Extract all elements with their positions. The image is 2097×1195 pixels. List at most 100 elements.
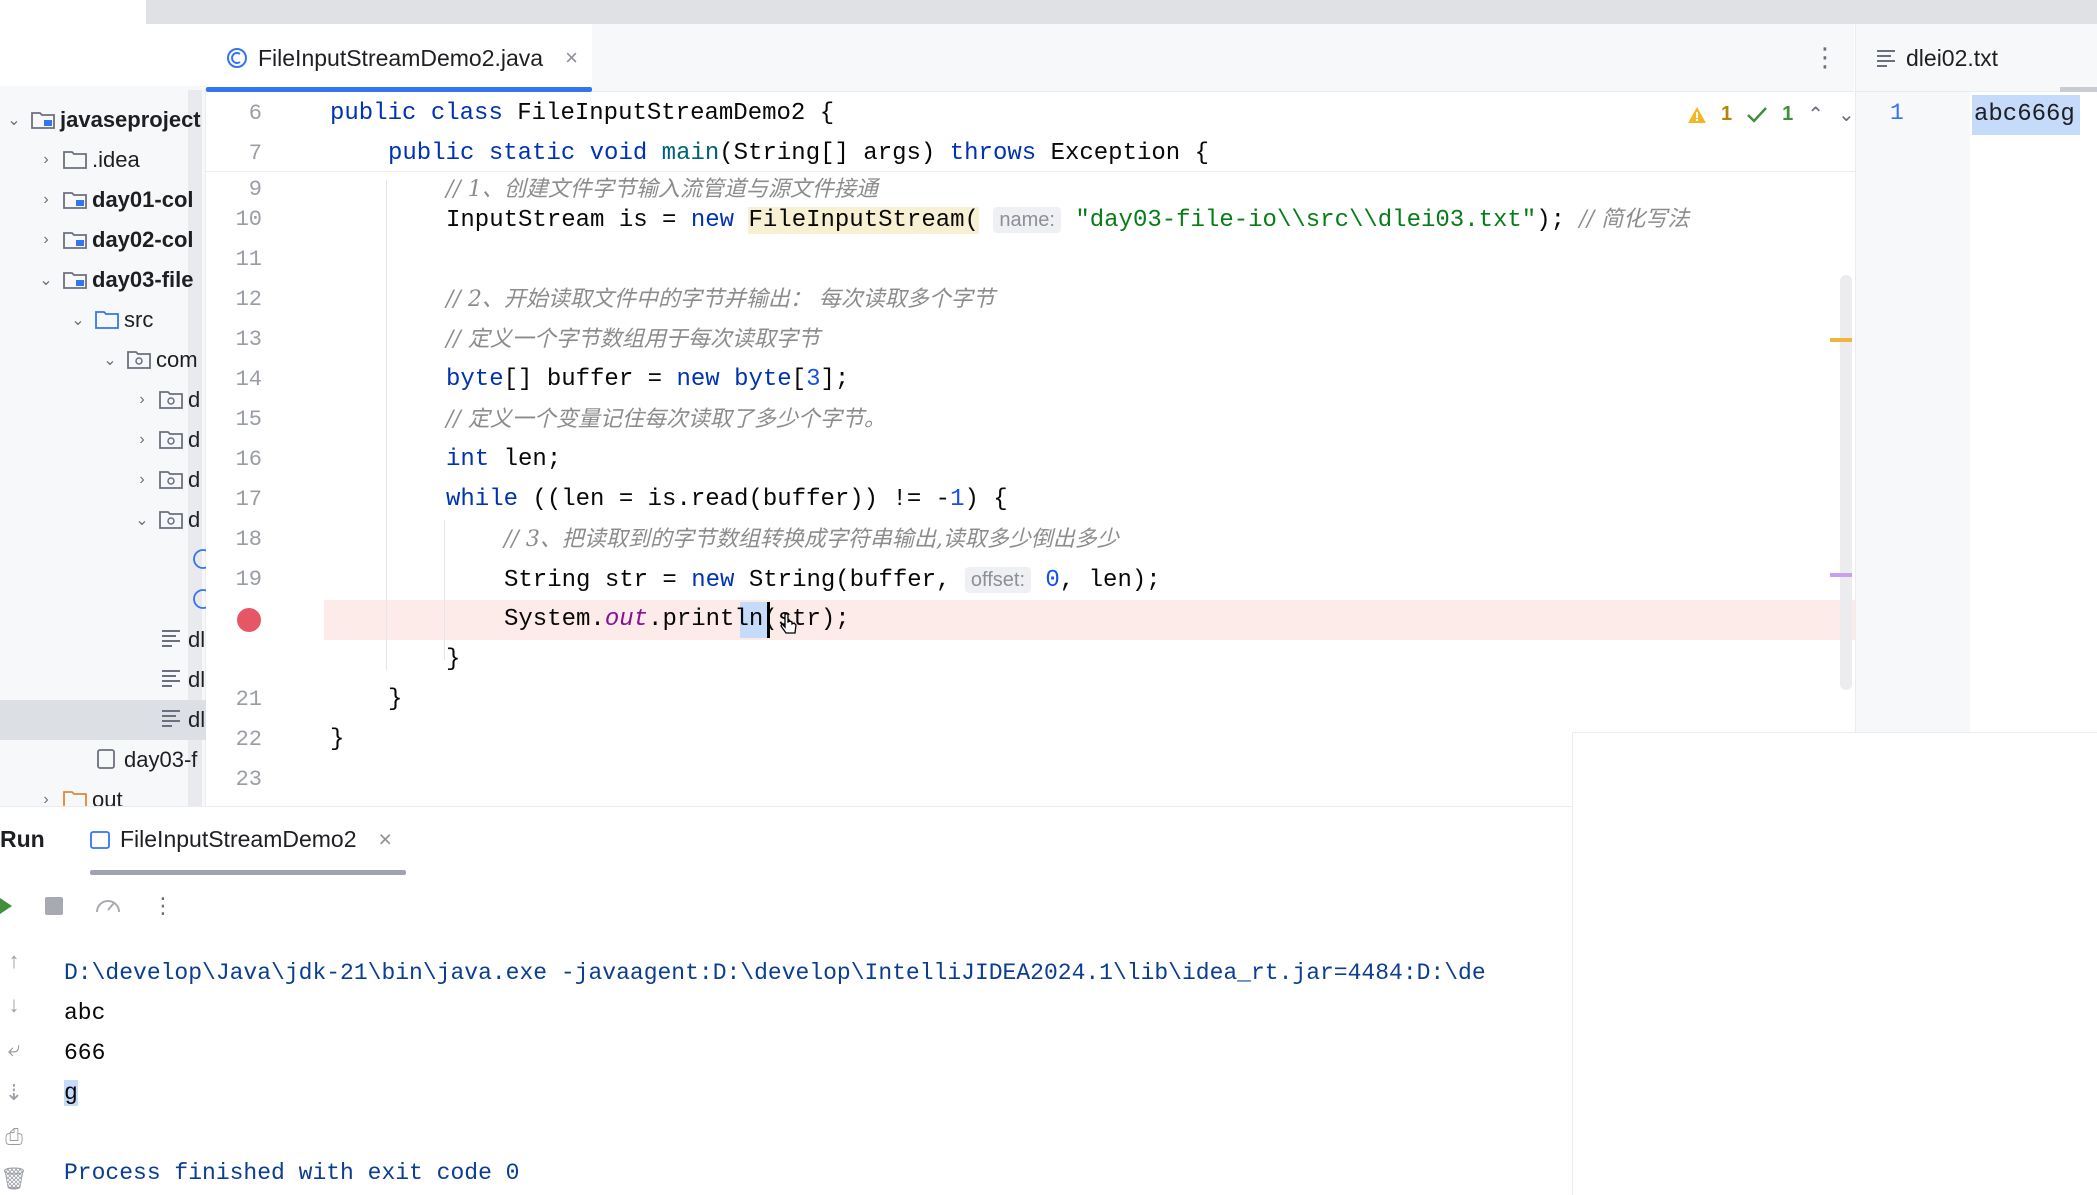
tab-dlei02-txt[interactable]: dlei02.txt xyxy=(1876,24,1998,92)
tree-item-label: src xyxy=(124,307,154,332)
code-text: (str); xyxy=(763,606,850,633)
typo-check-icon xyxy=(1746,106,1768,124)
tree-item[interactable]: day03-f xyxy=(0,740,206,780)
tree-item[interactable]: › day01-col xyxy=(0,180,206,220)
right-line-number: 1 xyxy=(1890,100,1904,126)
package-icon xyxy=(158,468,184,492)
profiler-icon[interactable] xyxy=(94,894,122,918)
console-output-line[interactable]: abc xyxy=(64,993,105,1033)
rerun-icon[interactable] xyxy=(0,894,14,918)
info-stripe-marker[interactable] xyxy=(1830,573,1852,577)
print-icon[interactable]: ⎙ xyxy=(0,1124,28,1152)
code-keyword: public xyxy=(330,100,417,127)
chevron-right-icon[interactable]: › xyxy=(36,230,56,250)
tree-item-label: com xyxy=(156,347,198,372)
inspection-widget[interactable]: 1 1 ⌃ ⌄ xyxy=(1687,102,1855,127)
tree-item[interactable]: dlei( xyxy=(0,660,230,700)
tree-item-label: d xyxy=(188,467,201,492)
close-run-tab-icon[interactable]: × xyxy=(379,826,392,853)
tree-item[interactable]: › d xyxy=(0,460,206,500)
tree-item-label: day03-f xyxy=(124,747,198,772)
code-comment: // 定义一个变量记住每次读取了多少个字节。 xyxy=(446,407,886,432)
param-hint: offset: xyxy=(964,567,1032,593)
previous-highlight-icon[interactable]: ⌃ xyxy=(1807,102,1824,127)
console-exit-message[interactable]: Process finished with exit code 0 xyxy=(64,1153,519,1193)
code-text: .print xyxy=(648,606,735,633)
run-panel-title: Run xyxy=(0,826,45,852)
chevron-down-icon[interactable]: ⌄ xyxy=(100,350,120,370)
package-icon xyxy=(158,508,184,532)
code-keyword: static xyxy=(488,140,576,167)
chevron-right-icon[interactable]: › xyxy=(36,190,56,210)
tree-item[interactable]: ⌄ javaseproject xyxy=(0,100,206,140)
java-class-icon xyxy=(226,47,248,69)
stop-icon[interactable] xyxy=(44,896,64,916)
title-bar xyxy=(0,0,2097,24)
tree-item-label: day02-col xyxy=(92,227,194,252)
close-tab-icon[interactable]: × xyxy=(565,45,578,71)
tree-item[interactable]: › d xyxy=(0,380,206,420)
scroll-down-icon[interactable]: ↓ xyxy=(0,992,28,1020)
more-options-icon[interactable]: ⋮ xyxy=(152,893,174,919)
code-text: ) { xyxy=(964,486,1008,513)
code-text: (String[] args) xyxy=(719,140,936,167)
tree-item-label: d xyxy=(188,387,201,412)
warning-icon xyxy=(1687,106,1707,124)
console-command-line[interactable]: D:\develop\Java\jdk-21\bin\java.exe -jav… xyxy=(64,953,1486,993)
scroll-up-icon[interactable]: ↑ xyxy=(0,948,28,976)
code-text: is = xyxy=(604,207,691,234)
code-text: String(buffer, xyxy=(734,567,965,594)
console-output-line[interactable]: 666 xyxy=(64,1033,105,1073)
code-line-6[interactable]: public class FileInputStreamDemo2 { xyxy=(330,94,834,134)
chevron-down-icon[interactable]: ⌄ xyxy=(132,510,152,530)
chevron-down-icon[interactable]: ⌄ xyxy=(36,270,56,290)
run-config-tab[interactable]: FileInputStreamDemo2 × xyxy=(90,826,392,853)
tree-item[interactable]: dlei( xyxy=(0,620,230,660)
tree-item[interactable]: › day02-col xyxy=(0,220,206,260)
tree-item[interactable] xyxy=(0,540,213,580)
tab-file-inputstream-demo2[interactable]: FileInputStreamDemo2.java × xyxy=(206,24,592,92)
code-comment: // 2、开始读取文件中的字节并输出： 每次读取多个字节 xyxy=(446,287,995,312)
chevron-right-icon[interactable]: › xyxy=(132,470,152,490)
tree-item[interactable]: dlei( xyxy=(0,700,230,740)
chevron-right-icon[interactable]: › xyxy=(36,150,56,170)
code-line-7[interactable]: public static void main(String[] args) t… xyxy=(388,134,1209,174)
indent-guide xyxy=(386,180,387,670)
tree-item[interactable] xyxy=(0,580,213,620)
tree-item[interactable]: ⌄ d xyxy=(0,500,206,540)
next-highlight-icon[interactable]: ⌄ xyxy=(1838,102,1855,127)
code-line-23: } xyxy=(330,720,344,760)
breakpoint-icon[interactable] xyxy=(237,608,261,632)
tree-item[interactable]: ⌄ src xyxy=(0,300,206,340)
run-tab-indicator xyxy=(90,870,406,875)
run-tab-label: FileInputStreamDemo2 xyxy=(120,826,357,852)
console-output-line[interactable]: g xyxy=(64,1073,78,1113)
tree-item[interactable]: › .idea xyxy=(0,140,206,180)
tree-item[interactable]: ⌄ day03-file xyxy=(0,260,206,300)
clear-all-icon[interactable]: 🗑 xyxy=(0,1166,28,1194)
more-tabs-icon[interactable]: ⋮ xyxy=(1812,44,1838,72)
soft-wrap-icon[interactable]: ⤶ xyxy=(0,1036,28,1064)
right-file-content[interactable]: abc666g xyxy=(1974,101,2075,128)
scroll-to-end-icon[interactable]: ⇣ xyxy=(0,1080,28,1108)
chevron-down-icon[interactable]: ⌄ xyxy=(4,110,24,130)
run-side-toolbar: ↑ ↓ ⤶ ⇣ ⎙ 🗑 xyxy=(0,930,36,1195)
warning-stripe-marker[interactable] xyxy=(1830,338,1852,342)
code-comment: // 简化写法 xyxy=(1579,207,1690,232)
code-line-16: int len; xyxy=(446,440,561,480)
code-keyword: throws xyxy=(949,140,1037,167)
chevron-down-icon[interactable]: ⌄ xyxy=(68,310,88,330)
chevron-right-icon[interactable]: › xyxy=(132,390,152,410)
right-tab-filename: dlei02.txt xyxy=(1906,44,1999,71)
code-keyword: byte xyxy=(734,366,792,393)
chevron-right-icon[interactable]: › xyxy=(132,430,152,450)
tree-item[interactable]: › d xyxy=(0,420,206,460)
warning-count: 1 xyxy=(1721,103,1733,125)
code-line-17: while ((len = is.read(buffer)) != -1) { xyxy=(446,480,1008,520)
code-text: String str = xyxy=(504,567,692,594)
tree-item[interactable]: ⌄ com xyxy=(0,340,206,380)
code-line-13: // 定义一个字节数组用于每次读取字节 xyxy=(446,320,820,360)
code-field: out xyxy=(604,606,649,633)
